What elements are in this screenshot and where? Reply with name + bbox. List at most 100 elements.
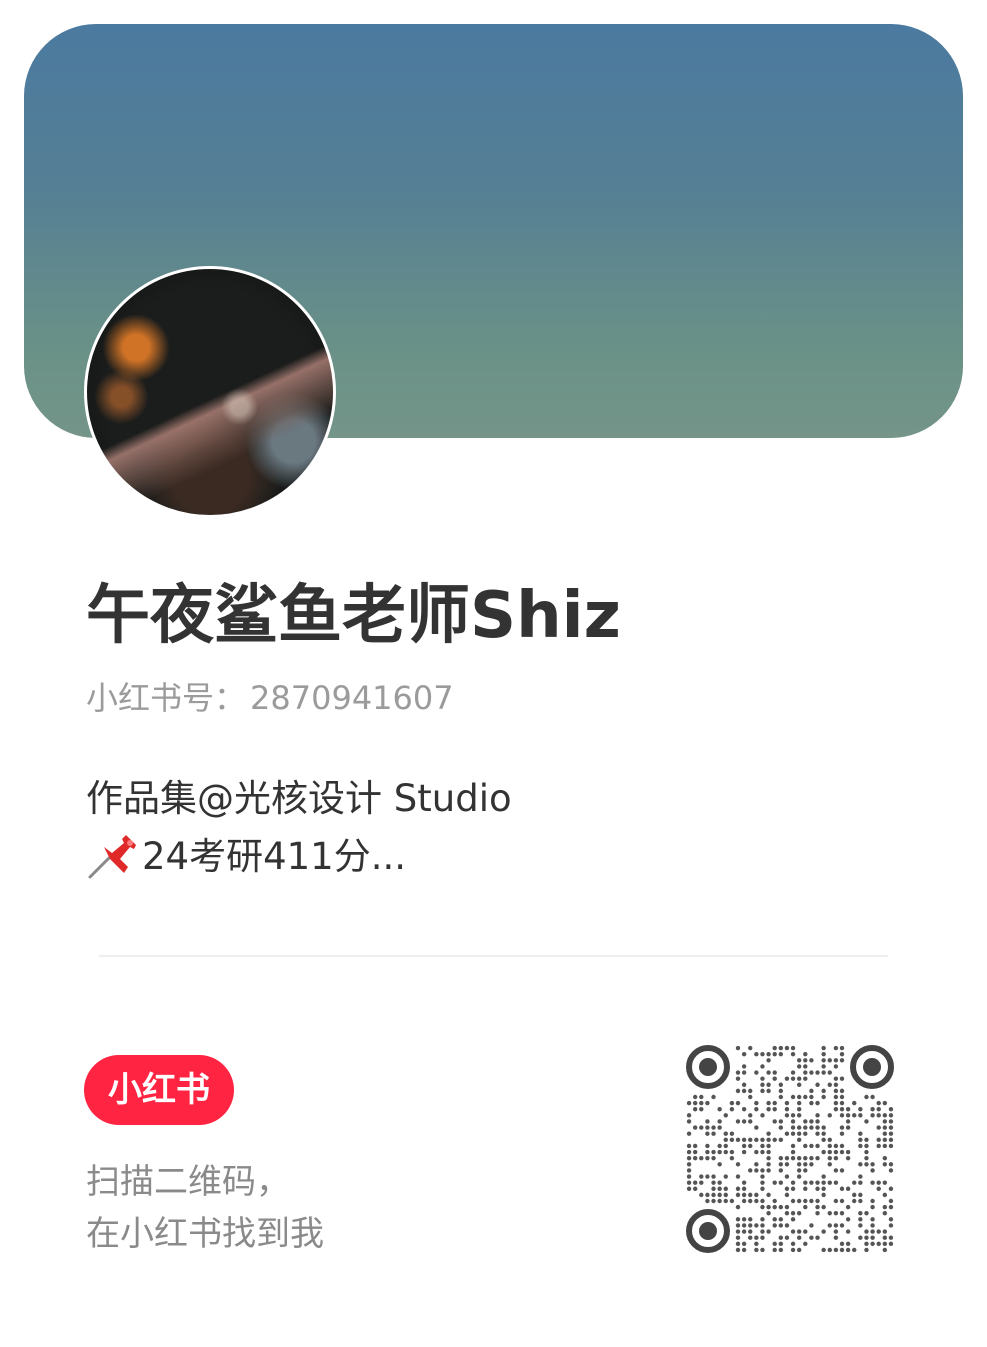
- qr-module: [888, 1125, 894, 1130]
- qr-module: [717, 1198, 722, 1204]
- qr-module: [766, 1192, 771, 1198]
- qr-module: [858, 1192, 863, 1198]
- qr-module: [888, 1168, 894, 1173]
- qr-module: [784, 1076, 790, 1081]
- qr-module: [748, 1088, 753, 1094]
- qr-module: [741, 1051, 747, 1057]
- qr-module: [864, 1143, 869, 1149]
- qr-module: [888, 1217, 894, 1222]
- qr-module: [729, 1198, 735, 1204]
- qr-module: [766, 1149, 771, 1155]
- qr-module: [833, 1247, 839, 1253]
- qr-module: [876, 1137, 881, 1143]
- qr-module: [809, 1223, 814, 1228]
- qr-module: [809, 1070, 814, 1075]
- qr-module: [864, 1119, 869, 1124]
- qr-module: [784, 1162, 790, 1167]
- qr-module: [796, 1174, 802, 1179]
- qr-module: [723, 1149, 728, 1155]
- qr-module: [845, 1125, 851, 1130]
- qr-module: [735, 1137, 741, 1143]
- qr-module: [778, 1241, 784, 1247]
- qr-module: [882, 1235, 888, 1240]
- qr-module: [882, 1211, 888, 1216]
- qr-module: [784, 1211, 790, 1216]
- qr-module: [858, 1174, 863, 1179]
- qr-module: [852, 1113, 857, 1118]
- qr-module: [827, 1155, 832, 1161]
- qr-module: [692, 1155, 698, 1161]
- qr-module: [796, 1247, 802, 1253]
- qr-module: [735, 1088, 741, 1094]
- qr-code-icon[interactable]: [686, 1045, 894, 1253]
- qr-module: [766, 1143, 771, 1149]
- qr-module: [790, 1247, 796, 1253]
- qr-module: [778, 1051, 784, 1057]
- qr-module: [827, 1137, 832, 1143]
- qr-module: [784, 1045, 790, 1051]
- qr-module: [760, 1223, 765, 1228]
- qr-module: [772, 1045, 777, 1051]
- qr-module: [888, 1162, 894, 1167]
- qr-module: [796, 1229, 802, 1234]
- qr-module: [796, 1168, 802, 1173]
- qr-module: [723, 1192, 728, 1198]
- qr-module: [766, 1229, 771, 1234]
- qr-module: [827, 1211, 832, 1216]
- qr-module: [809, 1180, 814, 1185]
- scan-instruction: 扫描二维码， 在小红书找到我: [86, 1156, 324, 1260]
- qr-module: [876, 1229, 881, 1234]
- qr-module: [882, 1143, 888, 1149]
- qr-module: [839, 1051, 845, 1057]
- qr-module: [686, 1131, 692, 1136]
- qr-module: [766, 1168, 771, 1173]
- qr-module: [821, 1125, 826, 1130]
- qr-module: [784, 1100, 790, 1106]
- qr-module: [784, 1107, 790, 1112]
- qr-module: [699, 1125, 704, 1130]
- qr-module: [741, 1247, 747, 1253]
- qr-module: [735, 1223, 741, 1228]
- qr-module: [870, 1113, 875, 1118]
- qr-module: [760, 1088, 765, 1094]
- qr-module: [686, 1168, 692, 1173]
- qr-module: [839, 1094, 845, 1100]
- qr-module: [803, 1229, 808, 1234]
- qr-module: [803, 1070, 808, 1075]
- qr-module: [821, 1192, 826, 1198]
- qr-module: [839, 1186, 845, 1191]
- qr-module: [796, 1235, 802, 1240]
- qr-module: [858, 1131, 863, 1136]
- qr-module: [839, 1107, 845, 1112]
- pushpin-icon: [88, 835, 136, 879]
- qr-module: [778, 1125, 784, 1130]
- qr-module: [778, 1247, 784, 1253]
- qr-module: [772, 1204, 777, 1210]
- qr-module: [723, 1131, 728, 1136]
- qr-module: [821, 1137, 826, 1143]
- qr-module: [870, 1107, 875, 1112]
- qr-module: [778, 1082, 784, 1087]
- qr-module: [821, 1058, 826, 1063]
- qr-module: [839, 1125, 845, 1130]
- qr-module: [833, 1229, 839, 1234]
- qr-module: [778, 1204, 784, 1210]
- qr-module: [748, 1045, 753, 1051]
- qr-module: [809, 1125, 814, 1130]
- qr-module: [717, 1186, 722, 1191]
- qr-module: [839, 1076, 845, 1081]
- avatar[interactable]: [84, 266, 336, 518]
- qr-module: [821, 1088, 826, 1094]
- qr-module: [858, 1223, 863, 1228]
- qr-module: [803, 1051, 808, 1057]
- qr-module: [827, 1143, 832, 1149]
- qr-module: [766, 1137, 771, 1143]
- qr-module: [778, 1223, 784, 1228]
- qr-module: [705, 1192, 710, 1198]
- qr-module: [858, 1107, 863, 1112]
- qr-module: [711, 1149, 716, 1155]
- qr-module: [705, 1125, 710, 1130]
- qr-module: [858, 1180, 863, 1185]
- qr-module: [858, 1198, 863, 1204]
- qr-module: [699, 1094, 704, 1100]
